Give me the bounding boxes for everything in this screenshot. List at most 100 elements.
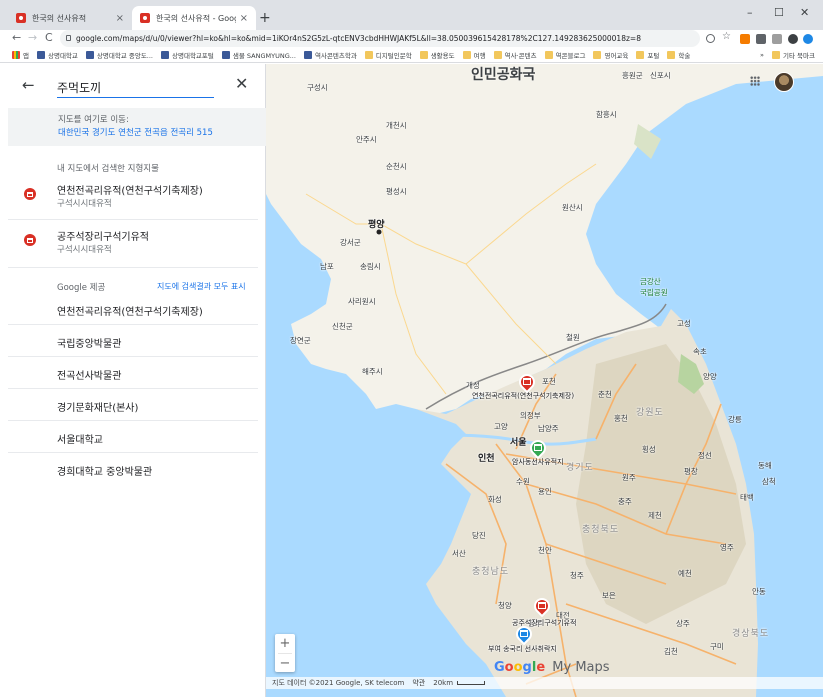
profile-icon[interactable] bbox=[803, 34, 813, 44]
map-country-label: 인민공화국 bbox=[471, 67, 536, 83]
site-marker-songguk[interactable] bbox=[512, 622, 536, 646]
place-label: 동해 bbox=[758, 461, 772, 470]
new-tab-button[interactable]: + bbox=[259, 10, 271, 26]
back-arrow-icon[interactable]: ← bbox=[22, 76, 35, 94]
google-result[interactable]: 연천전곡리유적(연천구석기축제장) bbox=[57, 303, 203, 318]
province-label: 충청남도 bbox=[472, 567, 510, 577]
avatar[interactable] bbox=[774, 72, 794, 92]
address-bar[interactable]: google.com/maps/d/u/0/viewer?hl=ko&hl=ko… bbox=[60, 30, 700, 47]
search-input[interactable] bbox=[57, 78, 214, 98]
bookmark-item[interactable]: 역사콘텐츠학과 bbox=[303, 50, 357, 60]
bookmark-item[interactable]: 여행 bbox=[462, 50, 486, 60]
zoom-in-button[interactable]: + bbox=[275, 634, 295, 653]
place-label: 정선 bbox=[698, 451, 712, 460]
maximize-button[interactable]: ☐ bbox=[774, 6, 784, 19]
map-pin-icon bbox=[24, 234, 36, 246]
browser-tab-2[interactable]: 한국의 선사유적 - Google 내 지도 × bbox=[132, 6, 256, 30]
google-apps-icon[interactable] bbox=[750, 76, 760, 86]
terms-link[interactable]: 약관 bbox=[412, 678, 425, 688]
bookmark-item[interactable]: 디지털인문학 bbox=[364, 50, 412, 60]
place-label: 양양 bbox=[703, 372, 717, 381]
bookmark-item[interactable]: 영어교육 bbox=[593, 50, 628, 60]
google-result[interactable]: 경기문화재단(본사) bbox=[57, 399, 138, 414]
folder-icon bbox=[493, 51, 502, 59]
extension-icon[interactable] bbox=[740, 34, 750, 44]
tab-close-icon[interactable]: × bbox=[240, 13, 248, 24]
show-all-results-link[interactable]: 지도에 검색결과 모두 표시 bbox=[157, 281, 246, 292]
search-panel: ← ✕ 지도를 여기로 이동: 대한민국 경기도 연천군 전곡읍 전곡리 515… bbox=[0, 64, 266, 697]
bookmark-item[interactable]: 앱 bbox=[12, 50, 29, 60]
attribution-text: 지도 데이터 ©2021 Google, SK telecom bbox=[272, 679, 405, 687]
google-result[interactable]: 전곡선사박물관 bbox=[57, 367, 121, 382]
goto-location-box[interactable]: 지도를 여기로 이동: 대한민국 경기도 연천군 전곡읍 전곡리 515 bbox=[8, 108, 266, 146]
place-label: 원주 bbox=[622, 473, 636, 482]
place-label: 태백 bbox=[740, 493, 754, 502]
place-label: 상주 bbox=[676, 619, 690, 628]
forward-button[interactable]: → bbox=[28, 31, 37, 44]
result-title: 연천전곡리유적(연천구석기축제장) bbox=[57, 186, 203, 197]
scale-label[interactable]: 20km bbox=[433, 679, 453, 687]
lock-icon bbox=[66, 35, 71, 41]
marker-label: 암사동선사유적지 bbox=[512, 458, 564, 466]
map-canvas[interactable]: 인민공화국 구성시 개천시 안주시 순천시 평성시 평양 강서군 남포 송림시 … bbox=[266, 64, 823, 697]
place-label: 남양주 bbox=[538, 424, 559, 433]
bookmark-item[interactable]: 역콘블로그 bbox=[544, 50, 585, 60]
place-label: 남포 bbox=[320, 262, 334, 271]
map-pin-icon bbox=[24, 188, 36, 200]
place-label: 흥원군 bbox=[622, 71, 643, 80]
folder-icon bbox=[593, 51, 602, 59]
bookmark-item[interactable]: 상명대학교 중앙도... bbox=[85, 50, 153, 60]
bookmark-item[interactable]: 샘물 SANGMYUNG... bbox=[221, 50, 296, 60]
place-label: 충주 bbox=[618, 497, 632, 506]
bookmark-item[interactable]: 학술 bbox=[667, 50, 690, 60]
site-marker-gongju[interactable] bbox=[530, 594, 554, 618]
google-result[interactable]: 서울대학교 bbox=[57, 431, 103, 446]
place-label: 예천 bbox=[678, 569, 692, 578]
province-label: 경상북도 bbox=[732, 629, 770, 639]
bookmark-label: 샘물 SANGMYUNG... bbox=[232, 52, 296, 60]
result-subtitle: 구석시시대유적 bbox=[57, 245, 112, 255]
google-result[interactable]: 국립중앙박물관 bbox=[57, 335, 121, 350]
bookmarks-more[interactable]: » bbox=[760, 51, 764, 59]
bookmark-label: 학술 bbox=[678, 52, 691, 60]
my-map-result[interactable]: 연천전곡리유적(연천구석기축제장) 구석시시대유적 bbox=[8, 182, 258, 218]
goto-address-link[interactable]: 대한민국 경기도 연천군 전곡읍 전곡리 515 bbox=[58, 126, 213, 138]
extension-icon[interactable] bbox=[756, 34, 766, 44]
browser-tab-1[interactable]: 한국의 선사유적 × bbox=[8, 6, 132, 30]
maps-favicon-icon bbox=[16, 13, 26, 23]
bookmark-item[interactable]: 역사·콘텐츠 bbox=[493, 50, 537, 60]
my-map-result[interactable]: 공주석장리구석기유적 구석시시대유적 bbox=[8, 228, 258, 264]
tab-close-icon[interactable]: × bbox=[116, 13, 124, 24]
bookmark-item[interactable]: 포털 bbox=[636, 50, 659, 60]
google-result[interactable]: 경희대학교 중앙박물관 bbox=[57, 463, 152, 478]
bookmark-label: 디지털인문학 bbox=[375, 52, 412, 60]
place-label: 김천 bbox=[664, 647, 678, 656]
extension-icon[interactable] bbox=[772, 34, 782, 44]
zoom-icon[interactable] bbox=[706, 34, 715, 43]
window-close-button[interactable]: ✕ bbox=[800, 6, 809, 19]
bookmark-label: 포털 bbox=[647, 52, 660, 60]
divider bbox=[8, 219, 258, 220]
place-label: 의정부 bbox=[520, 411, 541, 420]
other-bookmarks[interactable]: » 기타 북마크 bbox=[760, 50, 815, 60]
bookmark-item[interactable]: 상명대학교포털 bbox=[161, 50, 214, 60]
zoom-out-button[interactable]: − bbox=[275, 654, 295, 673]
clear-search-icon[interactable]: ✕ bbox=[235, 74, 248, 93]
place-label: 평양 bbox=[368, 220, 385, 230]
puzzle-icon[interactable] bbox=[788, 34, 798, 44]
marker-label: 부여 송국리 선사취락지 bbox=[488, 645, 557, 653]
place-label: 안주시 bbox=[356, 135, 377, 144]
place-label: 개성 bbox=[466, 381, 480, 390]
minimize-button[interactable]: – bbox=[747, 6, 753, 19]
url-text: google.com/maps/d/u/0/viewer?hl=ko&hl=ko… bbox=[76, 34, 641, 43]
reload-button[interactable]: C bbox=[45, 31, 53, 44]
place-label: 인천 bbox=[478, 454, 495, 464]
bookmark-icon bbox=[303, 51, 312, 59]
book-icon bbox=[538, 602, 546, 609]
place-label: 영주 bbox=[720, 543, 734, 552]
place-label: 안동 bbox=[752, 587, 766, 596]
star-icon[interactable]: ☆ bbox=[722, 31, 732, 42]
back-button[interactable]: ← bbox=[12, 31, 21, 44]
bookmark-item[interactable]: 생활용도 bbox=[419, 50, 455, 60]
bookmark-item[interactable]: 상명대학교 bbox=[36, 50, 78, 60]
